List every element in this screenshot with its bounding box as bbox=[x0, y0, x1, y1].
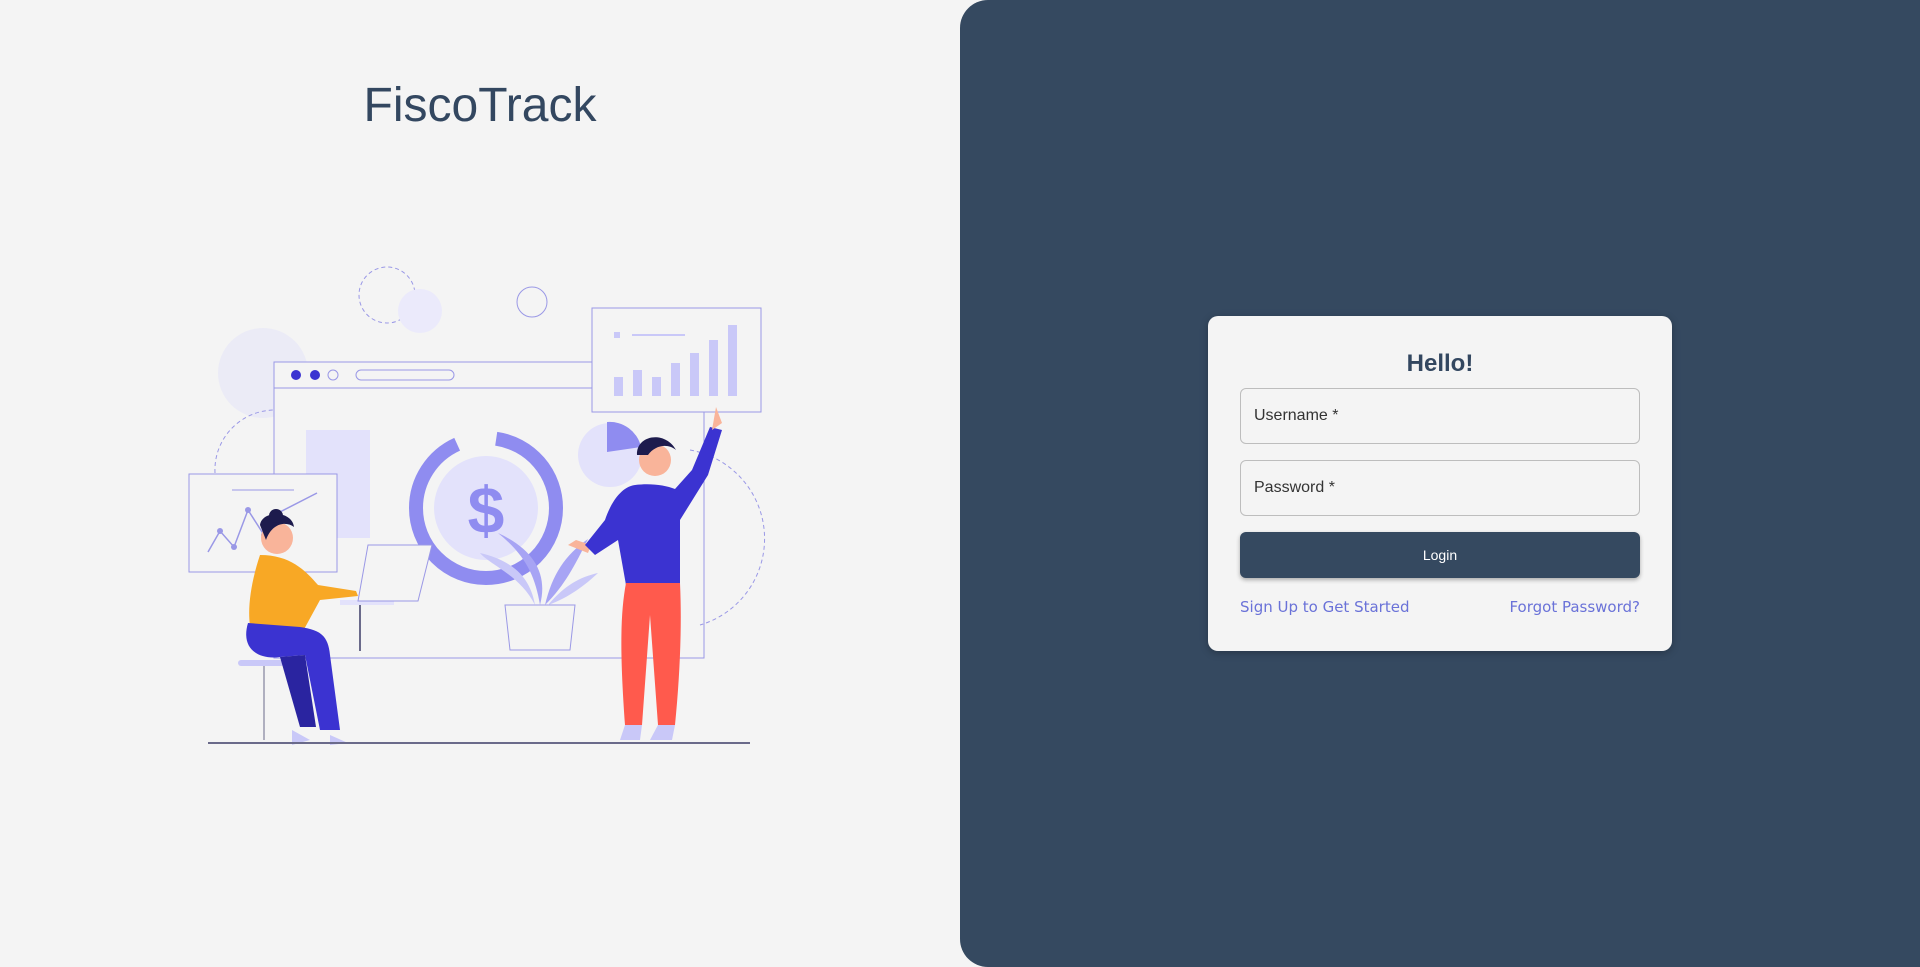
password-field[interactable]: Password * bbox=[1240, 460, 1640, 516]
username-input[interactable] bbox=[1241, 389, 1639, 443]
login-button[interactable]: Login bbox=[1240, 532, 1640, 578]
circle-decoration bbox=[398, 289, 442, 333]
browser-dot-icon bbox=[291, 370, 301, 380]
forgot-password-link[interactable]: Forgot Password? bbox=[1509, 598, 1640, 616]
plant-pot bbox=[504, 604, 576, 651]
left-panel: FiscoTrack $ bbox=[0, 0, 960, 967]
username-field[interactable]: Username * bbox=[1240, 388, 1640, 444]
login-card: Hello! Username * Password * Login Sign … bbox=[1208, 316, 1672, 651]
finance-team-illustration: $ bbox=[188, 266, 766, 745]
login-greeting: Hello! bbox=[1406, 350, 1474, 377]
signup-link[interactable]: Sign Up to Get Started bbox=[1240, 598, 1409, 616]
circle-outline-decoration bbox=[516, 286, 548, 318]
app-title: FiscoTrack bbox=[363, 79, 597, 132]
browser-dot-icon bbox=[310, 370, 320, 380]
password-input[interactable] bbox=[1241, 461, 1639, 515]
dollar-icon: $ bbox=[468, 473, 505, 547]
